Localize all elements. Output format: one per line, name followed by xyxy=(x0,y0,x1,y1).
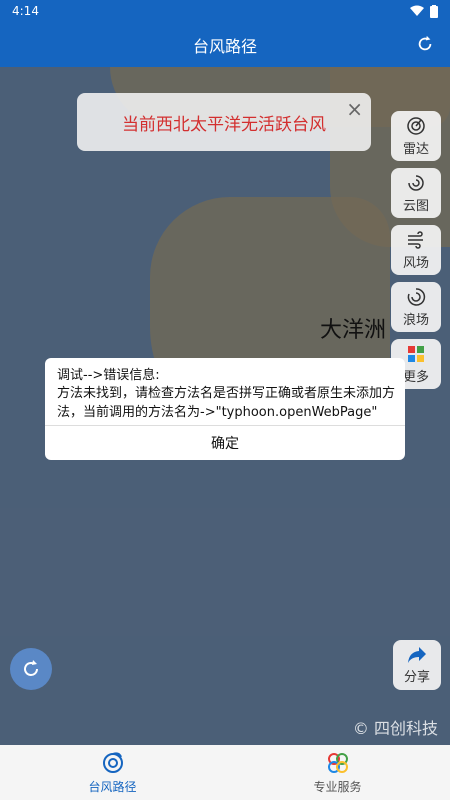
radar-label: 雷达 xyxy=(402,141,429,157)
dialog-title: 调试-->错误信息: xyxy=(57,368,160,383)
refresh-icon xyxy=(418,35,432,51)
status-time: 4:14 xyxy=(12,4,39,18)
share-label: 分享 xyxy=(403,669,430,685)
share-button[interactable]: 分享 xyxy=(393,640,441,690)
cloud-icon xyxy=(408,174,424,191)
page-title: 台风路径 xyxy=(192,36,257,56)
refresh-icon xyxy=(24,660,38,676)
typhoon-icon xyxy=(102,751,123,773)
wind-button[interactable]: 风场 xyxy=(391,225,441,275)
copyright-watermark: © 四创科技 xyxy=(352,719,438,738)
wave-button[interactable]: 浪场 xyxy=(391,282,441,332)
map-refresh-button[interactable] xyxy=(10,648,52,690)
bottom-nav: 台风路径 专业服务 xyxy=(0,745,450,800)
cloud-button[interactable]: 云图 xyxy=(391,168,441,218)
cloud-label: 云图 xyxy=(402,198,429,214)
refresh-button[interactable] xyxy=(414,33,436,55)
wind-icon xyxy=(408,230,423,249)
wind-label: 风场 xyxy=(402,255,429,271)
grid-icon xyxy=(408,345,424,362)
tab-typhoon-path[interactable]: 台风路径 xyxy=(0,745,225,800)
share-icon xyxy=(408,646,426,663)
battery-icon xyxy=(430,4,438,18)
radar-button[interactable]: 雷达 xyxy=(391,111,441,161)
ocean-label: 大洋洲 xyxy=(320,318,387,343)
typhoon-notice: 当前西北太平洋无活跃台风 × xyxy=(77,93,371,151)
radar-icon xyxy=(407,116,425,135)
more-label: 更多 xyxy=(402,369,429,385)
wave-label: 浪场 xyxy=(402,312,429,328)
wifi-icon xyxy=(410,5,424,16)
close-icon[interactable]: × xyxy=(346,97,363,121)
ok-button[interactable]: 确定 xyxy=(45,426,405,460)
error-dialog: 调试-->错误信息: 方法未找到，请检查方法名是否拼写正确或者原生未添加方法，当… xyxy=(45,358,405,460)
dialog-message: 方法未找到，请检查方法名是否拼写正确或者原生未添加方法，当前调用的方法名为->"… xyxy=(57,386,396,420)
tab-professional-service-label: 专业服务 xyxy=(313,779,362,794)
status-bar: 4:14 xyxy=(0,0,450,22)
app-bar: 台风路径 xyxy=(0,22,450,67)
tab-professional-service[interactable]: 专业服务 xyxy=(225,745,450,800)
notice-text: 当前西北太平洋无活跃台风 xyxy=(122,114,326,135)
wave-icon xyxy=(407,287,426,306)
flower-icon xyxy=(327,752,348,773)
tab-typhoon-path-label: 台风路径 xyxy=(88,779,137,794)
status-icons xyxy=(410,4,438,18)
